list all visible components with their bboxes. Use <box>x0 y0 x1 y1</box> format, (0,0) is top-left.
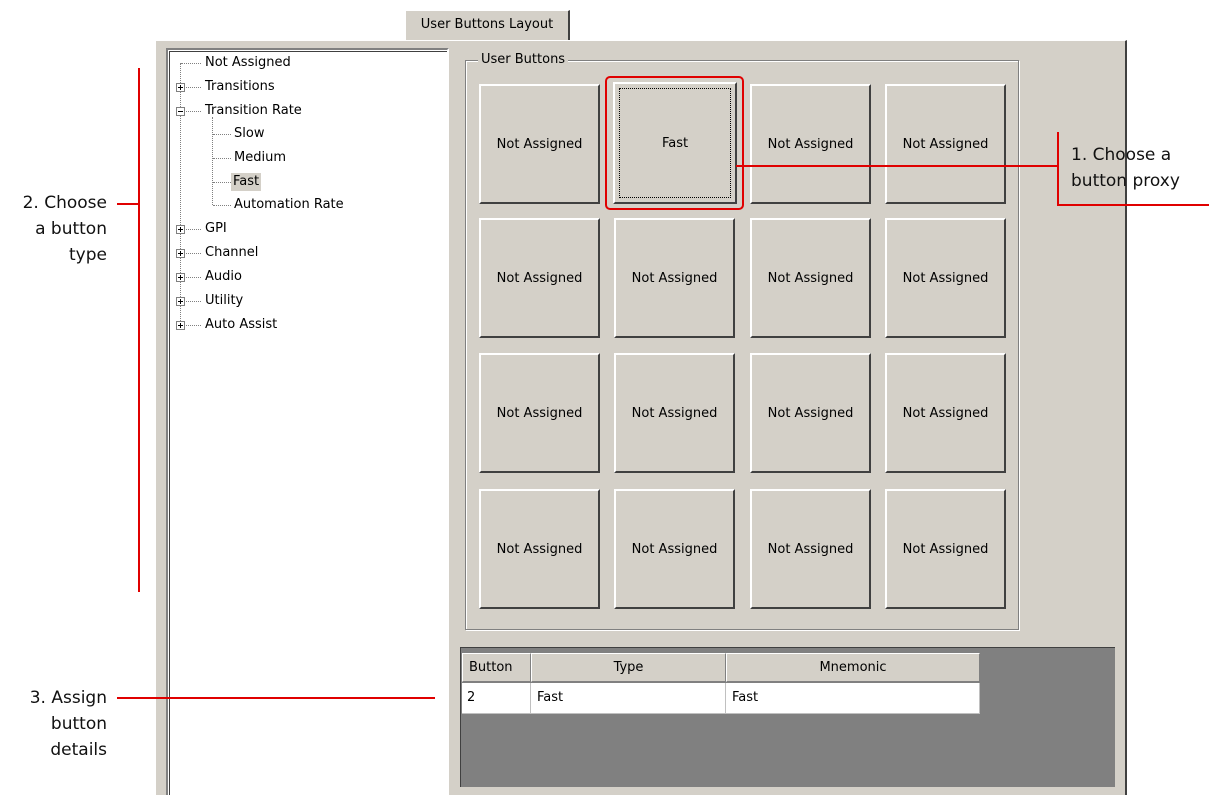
tree-item-slow[interactable]: Slow <box>234 125 264 143</box>
annotation-assign-line1: 3. Assign <box>29 688 107 708</box>
tree-connector <box>186 87 201 88</box>
user-button-label: Not Assigned <box>902 405 989 421</box>
tree-connector <box>186 253 201 254</box>
collapse-icon[interactable] <box>176 107 185 116</box>
user-button-9[interactable]: Not Assigned <box>479 353 600 473</box>
tree-connector <box>213 205 231 206</box>
button-type-tree[interactable] <box>166 48 449 795</box>
tree-item-fast[interactable]: Fast <box>231 173 262 191</box>
user-button-1[interactable]: Not Assigned <box>479 84 600 204</box>
user-button-label: Not Assigned <box>496 136 583 152</box>
user-button-label: Not Assigned <box>631 541 718 557</box>
annotation-assign-line3: details <box>50 740 107 760</box>
user-button-10[interactable]: Not Assigned <box>614 353 735 473</box>
user-button-13[interactable]: Not Assigned <box>479 489 600 609</box>
tree-connector <box>213 134 231 135</box>
user-button-label: Not Assigned <box>631 270 718 286</box>
tree-item-transition-rate[interactable]: Transition Rate <box>205 102 302 120</box>
user-button-label: Not Assigned <box>496 541 583 557</box>
user-button-label: Not Assigned <box>496 270 583 286</box>
user-button-16[interactable]: Not Assigned <box>885 489 1006 609</box>
column-header-type[interactable]: Type <box>531 653 726 682</box>
annotation-choose-proxy-line1: 1. Choose a <box>1071 145 1172 165</box>
annotation-assign-line2: button <box>50 714 107 734</box>
user-button-3[interactable]: Not Assigned <box>750 84 871 204</box>
callout-line-choose-proxy <box>736 165 1058 167</box>
table-cell-mnemonic[interactable]: Fast <box>726 683 980 714</box>
user-button-6[interactable]: Not Assigned <box>614 218 735 338</box>
expand-icon[interactable] <box>176 273 185 282</box>
callout-line-choose-type <box>117 203 139 205</box>
user-button-label: Not Assigned <box>767 270 854 286</box>
tree-connector <box>213 182 231 183</box>
expand-icon[interactable] <box>176 83 185 92</box>
tree-connector <box>186 301 201 302</box>
callout-bracket-choose-proxy <box>1057 132 1059 206</box>
user-buttons-group-label: User Buttons <box>478 52 569 68</box>
user-button-label: Not Assigned <box>767 405 854 421</box>
tree-connector <box>186 277 201 278</box>
tree-connector <box>186 229 201 230</box>
tree-item-not-assigned[interactable]: Not Assigned <box>205 54 291 72</box>
user-button-label: Not Assigned <box>496 405 583 421</box>
tree-item-utility[interactable]: Utility <box>205 292 243 310</box>
user-button-label: Not Assigned <box>902 136 989 152</box>
user-button-label: Not Assigned <box>631 405 718 421</box>
annotation-choose-type-line1: 2. Choose <box>22 193 107 213</box>
tree-connector <box>186 111 201 112</box>
user-button-label: Not Assigned <box>767 136 854 152</box>
user-button-12[interactable]: Not Assigned <box>885 353 1006 473</box>
tree-connector <box>213 158 231 159</box>
column-header-mnemonic[interactable]: Mnemonic <box>726 653 980 682</box>
annotation-choose-type-line3: type <box>69 245 107 265</box>
annotation-choose-proxy-line2: button proxy <box>1071 171 1180 191</box>
tree-inner <box>169 51 447 795</box>
callout-underline-choose-proxy <box>1057 204 1209 206</box>
user-button-5[interactable]: Not Assigned <box>479 218 600 338</box>
tree-item-automation-rate[interactable]: Automation Rate <box>234 196 344 214</box>
user-button-8[interactable]: Not Assigned <box>885 218 1006 338</box>
tab-user-buttons-layout[interactable]: User Buttons Layout <box>405 10 570 40</box>
user-button-7[interactable]: Not Assigned <box>750 218 871 338</box>
user-button-label: Not Assigned <box>767 541 854 557</box>
tree-connector <box>186 325 201 326</box>
user-button-15[interactable]: Not Assigned <box>750 489 871 609</box>
user-button-11[interactable]: Not Assigned <box>750 353 871 473</box>
tree-item-gpi[interactable]: GPI <box>205 220 227 238</box>
annotation-choose-type-line2: a button <box>35 219 107 239</box>
column-header-button[interactable]: Button <box>462 653 531 682</box>
user-button-4[interactable]: Not Assigned <box>885 84 1006 204</box>
tree-connector <box>181 63 201 64</box>
user-button-label: Not Assigned <box>902 270 989 286</box>
expand-icon[interactable] <box>176 297 185 306</box>
tree-connector <box>180 63 181 325</box>
selected-button-highlight <box>605 76 744 210</box>
callout-line-assign-details <box>117 697 435 699</box>
tree-item-audio[interactable]: Audio <box>205 268 242 286</box>
callout-bracket-choose-type <box>138 68 140 592</box>
expand-icon[interactable] <box>176 225 185 234</box>
table-cell-button[interactable]: 2 <box>462 683 531 714</box>
expand-icon[interactable] <box>176 249 185 258</box>
user-button-label: Not Assigned <box>902 541 989 557</box>
expand-icon[interactable] <box>176 321 185 330</box>
tree-item-channel[interactable]: Channel <box>205 244 258 262</box>
tree-connector <box>212 117 213 205</box>
user-button-14[interactable]: Not Assigned <box>614 489 735 609</box>
tree-item-auto-assist[interactable]: Auto Assist <box>205 316 277 334</box>
tree-item-medium[interactable]: Medium <box>234 149 286 167</box>
tree-item-transitions[interactable]: Transitions <box>205 78 275 96</box>
table-cell-type[interactable]: Fast <box>531 683 726 714</box>
